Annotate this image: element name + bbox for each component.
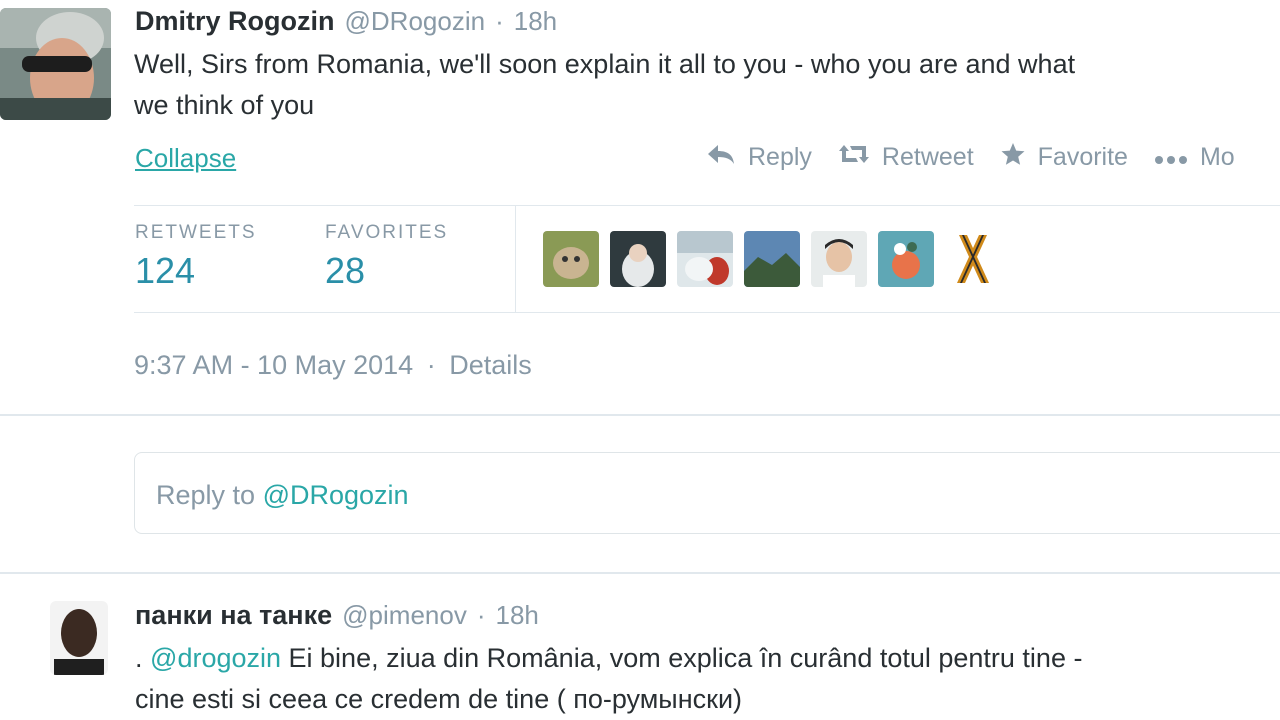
reply-text-1: Ei bine, ziua din România, vom explica î… bbox=[288, 643, 1083, 673]
tweet-time[interactable]: 18h bbox=[514, 6, 557, 37]
saint-george-ribbon-icon[interactable] bbox=[945, 231, 1001, 287]
retweets-label: RETWEETS bbox=[135, 222, 257, 243]
favoriter-avatar[interactable] bbox=[744, 231, 800, 287]
favoriter-avatar[interactable] bbox=[543, 231, 599, 287]
reply-label: Reply bbox=[748, 143, 812, 171]
collapse-link[interactable]: Collapse bbox=[135, 143, 236, 174]
reply-prefix: Reply to bbox=[156, 480, 263, 510]
author-avatar[interactable] bbox=[0, 8, 111, 120]
reply-button[interactable]: Reply bbox=[706, 143, 812, 172]
reply-mention: @DRogozin bbox=[262, 480, 409, 510]
more-button[interactable]: Mo bbox=[1154, 143, 1235, 172]
retweet-label: Retweet bbox=[881, 143, 974, 171]
reply-author-handle[interactable]: @pimenov bbox=[342, 600, 467, 631]
star-icon bbox=[1000, 142, 1026, 173]
tweet-text: Well, Sirs from Romania, we'll soon expl… bbox=[134, 44, 1280, 126]
retweet-icon bbox=[838, 143, 870, 172]
reply-text-line-1: . @drogozin Ei bine, ziua din România, v… bbox=[135, 638, 1280, 679]
author-handle[interactable]: @DRogozin bbox=[345, 6, 486, 37]
retweet-button[interactable]: Retweet bbox=[838, 143, 974, 172]
stats-divider-bottom bbox=[134, 312, 1280, 313]
reply-input[interactable]: Reply to @DRogozin bbox=[134, 452, 1280, 534]
reply-placeholder: Reply to @DRogozin bbox=[156, 480, 409, 511]
favorites-stat[interactable]: FAVORITES 28 bbox=[325, 222, 448, 292]
tweet-header: Dmitry Rogozin @DRogozin · 18h bbox=[135, 6, 557, 37]
favorites-count: 28 bbox=[325, 250, 366, 291]
section-divider bbox=[0, 414, 1280, 416]
favoriter-avatar[interactable] bbox=[811, 231, 867, 287]
replies-divider bbox=[0, 572, 1280, 574]
reply-tweet-time[interactable]: 18h bbox=[496, 600, 539, 631]
stats-divider-top bbox=[134, 205, 1280, 206]
reply-mention-link[interactable]: @drogozin bbox=[150, 643, 281, 673]
stats-vertical-divider bbox=[515, 205, 516, 312]
favoriter-avatar[interactable] bbox=[878, 231, 934, 287]
reply-header-separator: · bbox=[476, 600, 486, 630]
author-name[interactable]: Dmitry Rogozin bbox=[135, 6, 335, 37]
reply-text-line-2: cine esti si ceea ce credem de tine ( по… bbox=[135, 684, 743, 714]
reply-icon bbox=[706, 143, 736, 172]
tweet-text-line-2: we think of you bbox=[134, 90, 315, 120]
favorite-button[interactable]: Favorite bbox=[1000, 142, 1128, 173]
tweet-text-line-1: Well, Sirs from Romania, we'll soon expl… bbox=[134, 49, 1076, 79]
favoriters-list bbox=[543, 231, 1001, 287]
details-link[interactable]: Details bbox=[449, 350, 532, 380]
tweet-actions: Reply Retweet Favorite Mo bbox=[706, 142, 1235, 173]
favoriter-avatar[interactable] bbox=[677, 231, 733, 287]
favoriter-avatar[interactable] bbox=[610, 231, 666, 287]
reply-lead: . bbox=[135, 643, 143, 673]
reply-author-name[interactable]: панки на танке bbox=[135, 600, 332, 631]
timestamp-separator: · bbox=[426, 350, 436, 380]
retweets-count: 124 bbox=[135, 250, 196, 291]
more-dots-icon bbox=[1154, 143, 1188, 172]
favorites-label: FAVORITES bbox=[325, 222, 449, 243]
tweet-timestamp-row: 9:37 AM - 10 May 2014 · Details bbox=[134, 350, 532, 381]
tweet-timestamp[interactable]: 9:37 AM - 10 May 2014 bbox=[134, 350, 413, 380]
header-separator: · bbox=[495, 6, 504, 36]
reply-author-avatar[interactable] bbox=[50, 601, 108, 675]
favorite-label: Favorite bbox=[1037, 143, 1128, 171]
more-label: Mo bbox=[1199, 143, 1235, 171]
retweets-stat[interactable]: RETWEETS 124 bbox=[135, 222, 257, 292]
reply-tweet-text: . @drogozin Ei bine, ziua din România, v… bbox=[135, 638, 1280, 720]
reply-tweet-header: панки на танке @pimenov · 18h bbox=[135, 600, 539, 631]
